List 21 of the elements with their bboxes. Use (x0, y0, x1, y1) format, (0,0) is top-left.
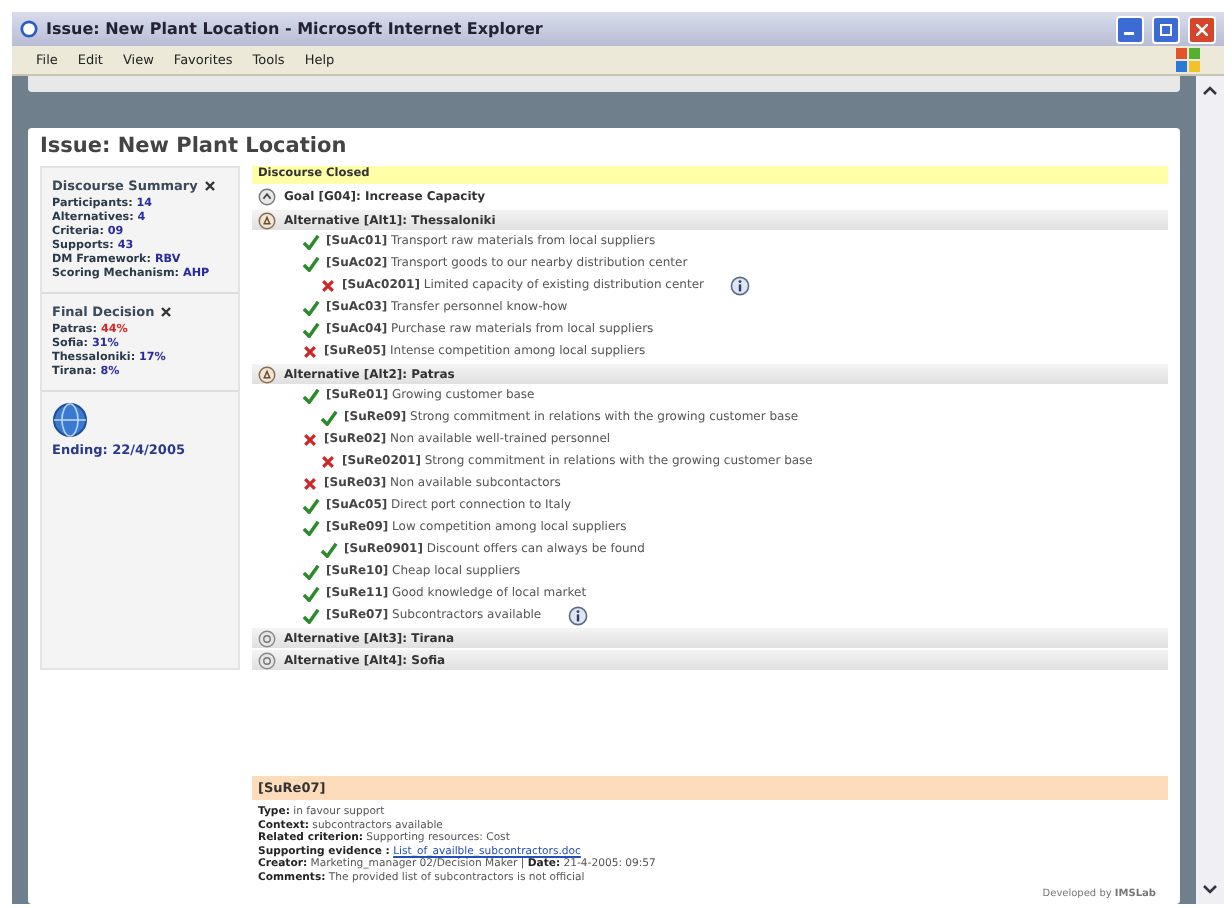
info-icon[interactable] (729, 275, 750, 295)
maximize-icon (1160, 23, 1172, 35)
windows-flag-icon (1176, 48, 1200, 72)
collapsed-icon[interactable] (258, 629, 276, 647)
toggle-icon[interactable] (160, 306, 173, 318)
globe-icon (52, 402, 88, 438)
info-icon[interactable] (567, 605, 588, 625)
collapsed-icon[interactable] (258, 651, 276, 669)
page-title: Issue: New Plant Location (40, 134, 349, 158)
close-icon (1196, 23, 1208, 35)
scroll-up-icon[interactable] (1200, 82, 1220, 98)
scroll-down-icon[interactable] (1200, 882, 1220, 898)
minimize-button[interactable] (1116, 15, 1144, 43)
toggle-icon[interactable] (203, 180, 216, 192)
expanded-icon[interactable] (258, 365, 276, 383)
maximize-button[interactable] (1152, 15, 1180, 43)
window-title: Issue: New Plant Location - Microsoft Internet Explorer (46, 20, 543, 38)
goal-icon (258, 187, 276, 205)
browser-icon (20, 20, 38, 38)
close-button[interactable] (1188, 15, 1216, 43)
expanded-icon[interactable] (258, 211, 276, 229)
